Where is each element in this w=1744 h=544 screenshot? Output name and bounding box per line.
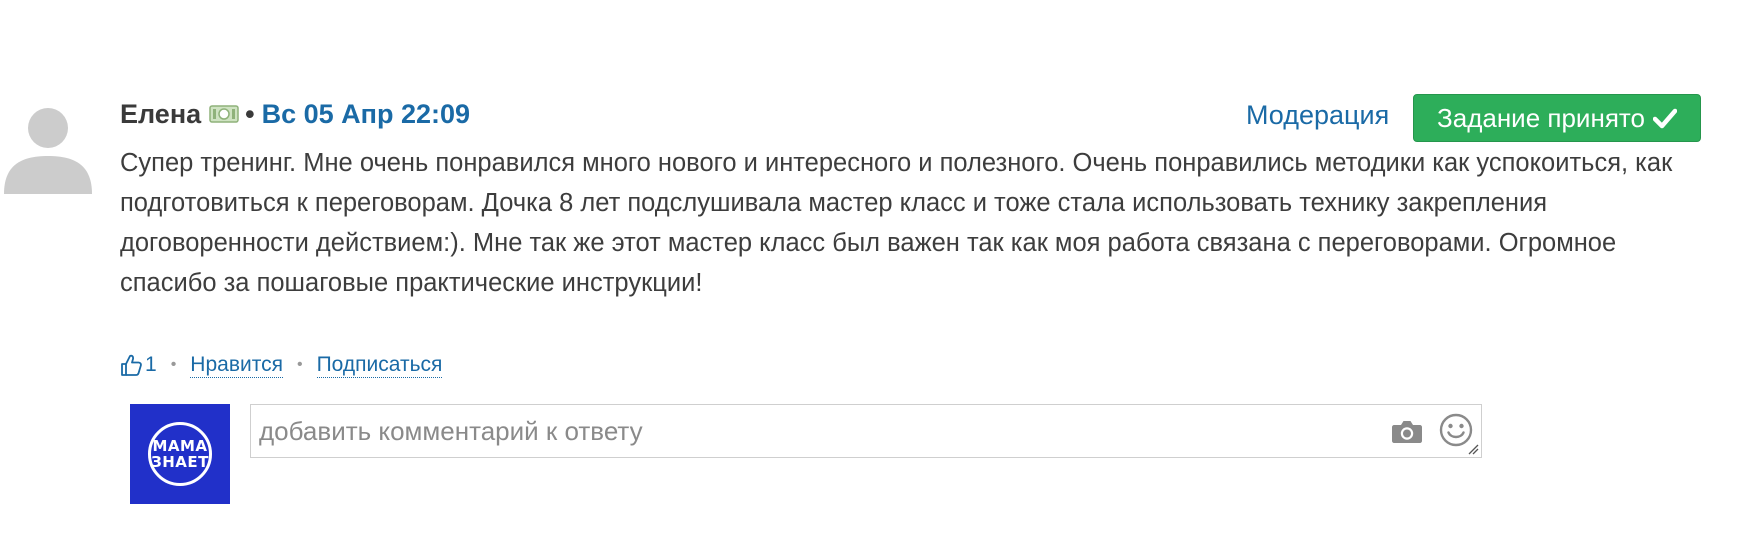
comment-header: Елена • Вс 05 Апр 22:09: [120, 96, 470, 132]
smile-icon[interactable]: [1439, 413, 1473, 447]
reply-comment-box: [250, 404, 1482, 458]
logo-text-line2: ЗНАЕТ: [151, 453, 209, 471]
camera-icon[interactable]: [1391, 418, 1423, 444]
header-separator: •: [245, 98, 255, 129]
comment-text: Супер тренинг. Мне очень понравился мног…: [120, 149, 1673, 297]
thumbs-up-icon[interactable]: [120, 353, 142, 377]
check-icon: [1652, 108, 1677, 129]
subscribe-link[interactable]: Подписаться: [316, 353, 443, 378]
actions-separator: •: [170, 356, 177, 373]
author-name[interactable]: Елена: [120, 99, 201, 130]
comment-actions: 1 • Нравится • Подписаться: [120, 348, 443, 382]
money-icon: [209, 105, 239, 123]
logo-text-line1: МАМА: [152, 437, 208, 455]
user-avatar-logo: МАМА ЗНАЕТ: [130, 404, 230, 504]
comment-date-link[interactable]: Вс 05 Апр 22:09: [262, 99, 470, 130]
resize-handle-icon[interactable]: [1467, 443, 1479, 455]
reply-comment-input[interactable]: [259, 405, 1359, 457]
author-avatar: [0, 98, 96, 194]
actions-separator: •: [296, 356, 303, 373]
logo-emblem: МАМА ЗНАЕТ: [148, 422, 212, 486]
task-accepted-button[interactable]: Задание принято: [1413, 94, 1701, 142]
task-accepted-label: Задание принято: [1437, 102, 1645, 133]
like-count: 1: [145, 353, 157, 376]
moderation-link[interactable]: Модерация: [1246, 100, 1389, 131]
like-link[interactable]: Нравится: [190, 353, 283, 378]
